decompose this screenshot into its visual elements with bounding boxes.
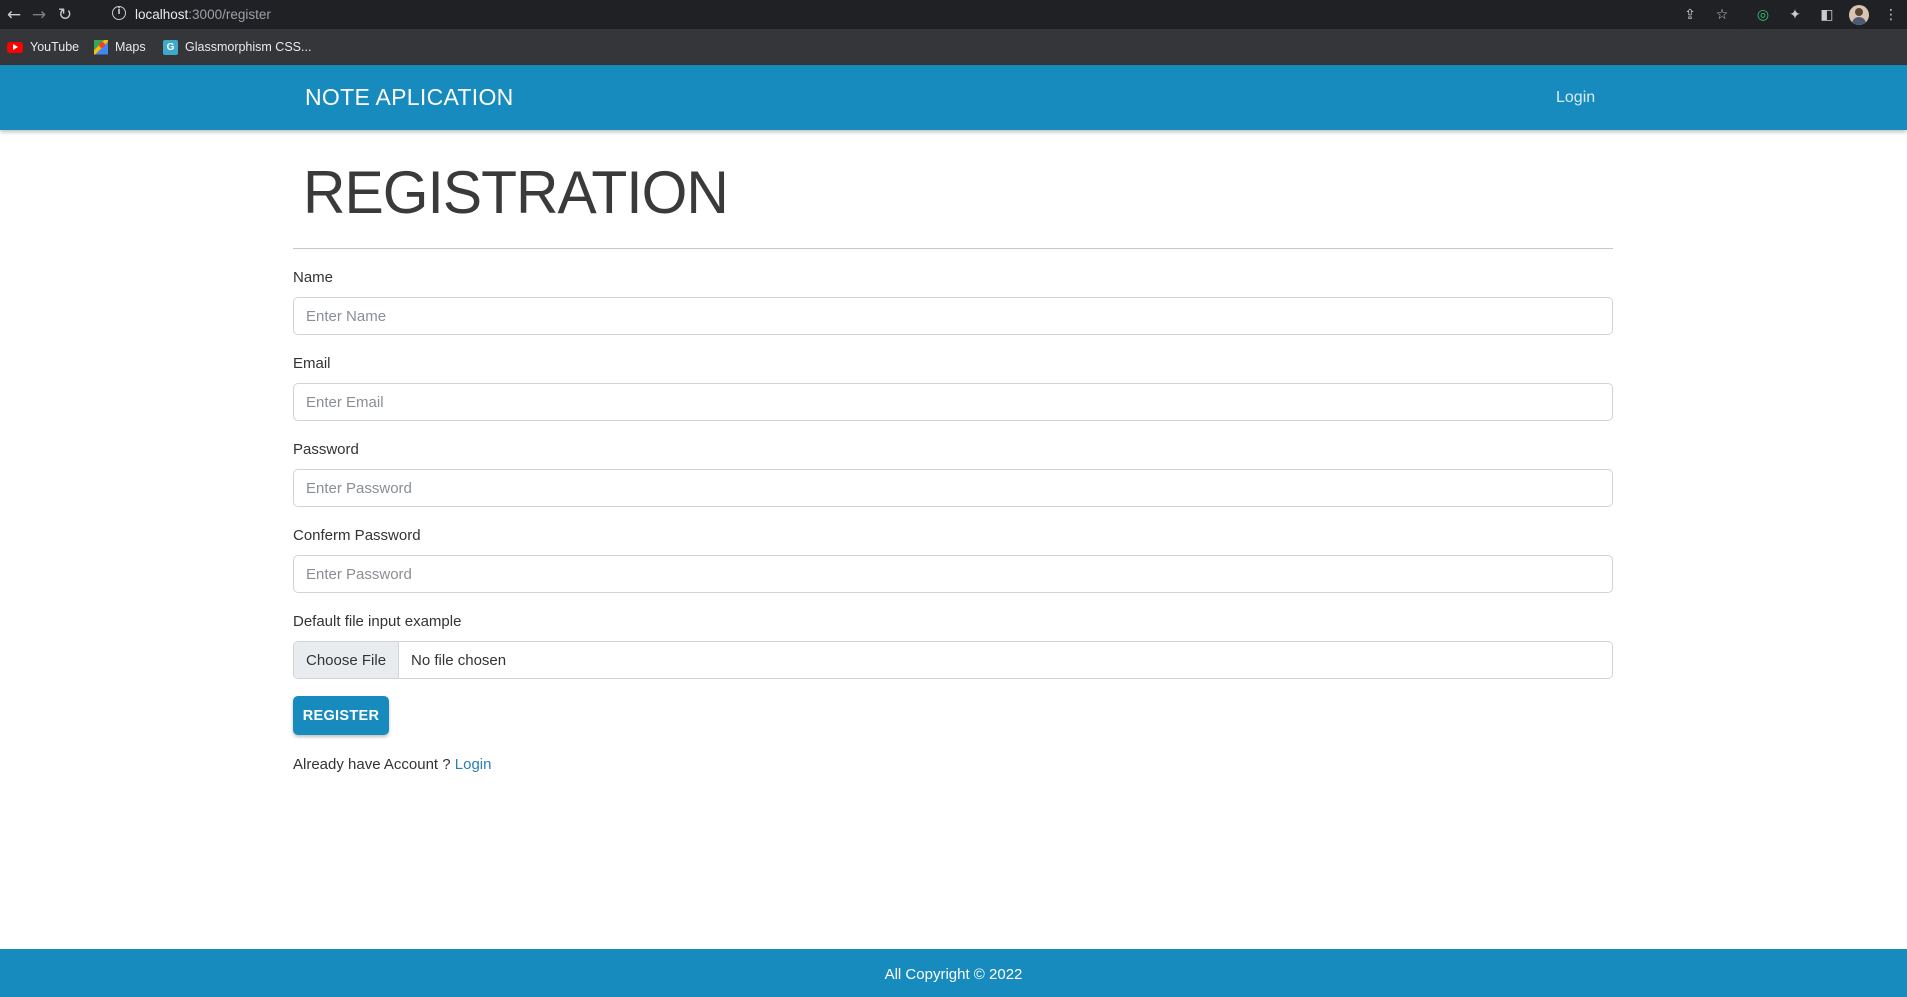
app-navbar: NOTE APLICATION Login	[0, 65, 1907, 130]
confirm-password-input[interactable]	[293, 555, 1613, 593]
profile-avatar[interactable]	[1849, 5, 1869, 25]
confirm-password-label: Conferm Password	[293, 527, 421, 544]
glassmorphism-icon: G	[163, 39, 178, 55]
bookmark-label: Maps	[115, 40, 146, 54]
brand-title[interactable]: NOTE APLICATION	[305, 84, 514, 111]
bookmark-star-icon[interactable]: ☆	[1711, 4, 1733, 26]
browser-toolbar: ← → ↻ i localhost:3000/register ⇪ ☆ ◎ ✦ …	[0, 0, 1907, 29]
name-input[interactable]	[293, 297, 1613, 335]
file-input[interactable]: Choose File No file chosen	[293, 641, 1613, 679]
footer-copyright: All Copyright © 2022	[884, 966, 1023, 983]
extensions-puzzle-icon[interactable]: ✦	[1784, 4, 1806, 26]
email-input[interactable]	[293, 383, 1613, 421]
already-have-account: Already have Account ? Login	[293, 756, 491, 773]
password-label: Password	[293, 441, 359, 458]
bookmarks-bar: YouTube Maps G Glassmorphism CSS...	[0, 29, 1907, 65]
menu-kebab-icon[interactable]: ⋮	[1880, 4, 1902, 26]
already-text: Already have Account ?	[293, 756, 451, 773]
url-text[interactable]: localhost:3000/register	[135, 7, 271, 22]
register-button[interactable]: REGISTER	[293, 696, 389, 735]
reload-icon[interactable]: ↻	[54, 4, 76, 26]
page-title-text: REGISTRATION	[303, 159, 729, 226]
maps-icon	[94, 39, 108, 55]
share-icon[interactable]: ⇪	[1679, 4, 1701, 26]
bookmark-label: Glassmorphism CSS...	[185, 40, 312, 54]
bookmark-glassmorphism[interactable]: G Glassmorphism CSS...	[163, 38, 311, 56]
address-bar[interactable]: i localhost:3000/register	[100, 2, 1753, 27]
extension-circle-icon[interactable]: ◎	[1752, 4, 1774, 26]
back-arrow-icon[interactable]: ←	[3, 4, 25, 26]
footer: All Copyright © 2022	[0, 949, 1907, 997]
bookmark-youtube[interactable]: YouTube	[7, 38, 79, 56]
password-input[interactable]	[293, 469, 1613, 507]
file-status-text: No file chosen	[411, 651, 507, 669]
file-input-label: Default file input example	[293, 613, 462, 630]
name-label: Name	[293, 269, 334, 286]
bookmark-label: YouTube	[30, 40, 80, 54]
title-divider	[293, 248, 1613, 249]
email-label: Email	[293, 355, 331, 372]
login-link[interactable]: Login	[455, 756, 492, 773]
site-info-icon[interactable]: i	[112, 6, 126, 20]
youtube-icon	[7, 41, 23, 53]
forward-arrow-icon[interactable]: →	[28, 4, 50, 26]
bookmark-maps[interactable]: Maps	[94, 38, 146, 56]
side-panel-icon[interactable]: ◧	[1816, 4, 1838, 26]
page-title: REGISTRATION	[303, 158, 729, 228]
nav-login-link[interactable]: Login	[1556, 89, 1595, 107]
choose-file-button[interactable]: Choose File	[294, 642, 400, 678]
